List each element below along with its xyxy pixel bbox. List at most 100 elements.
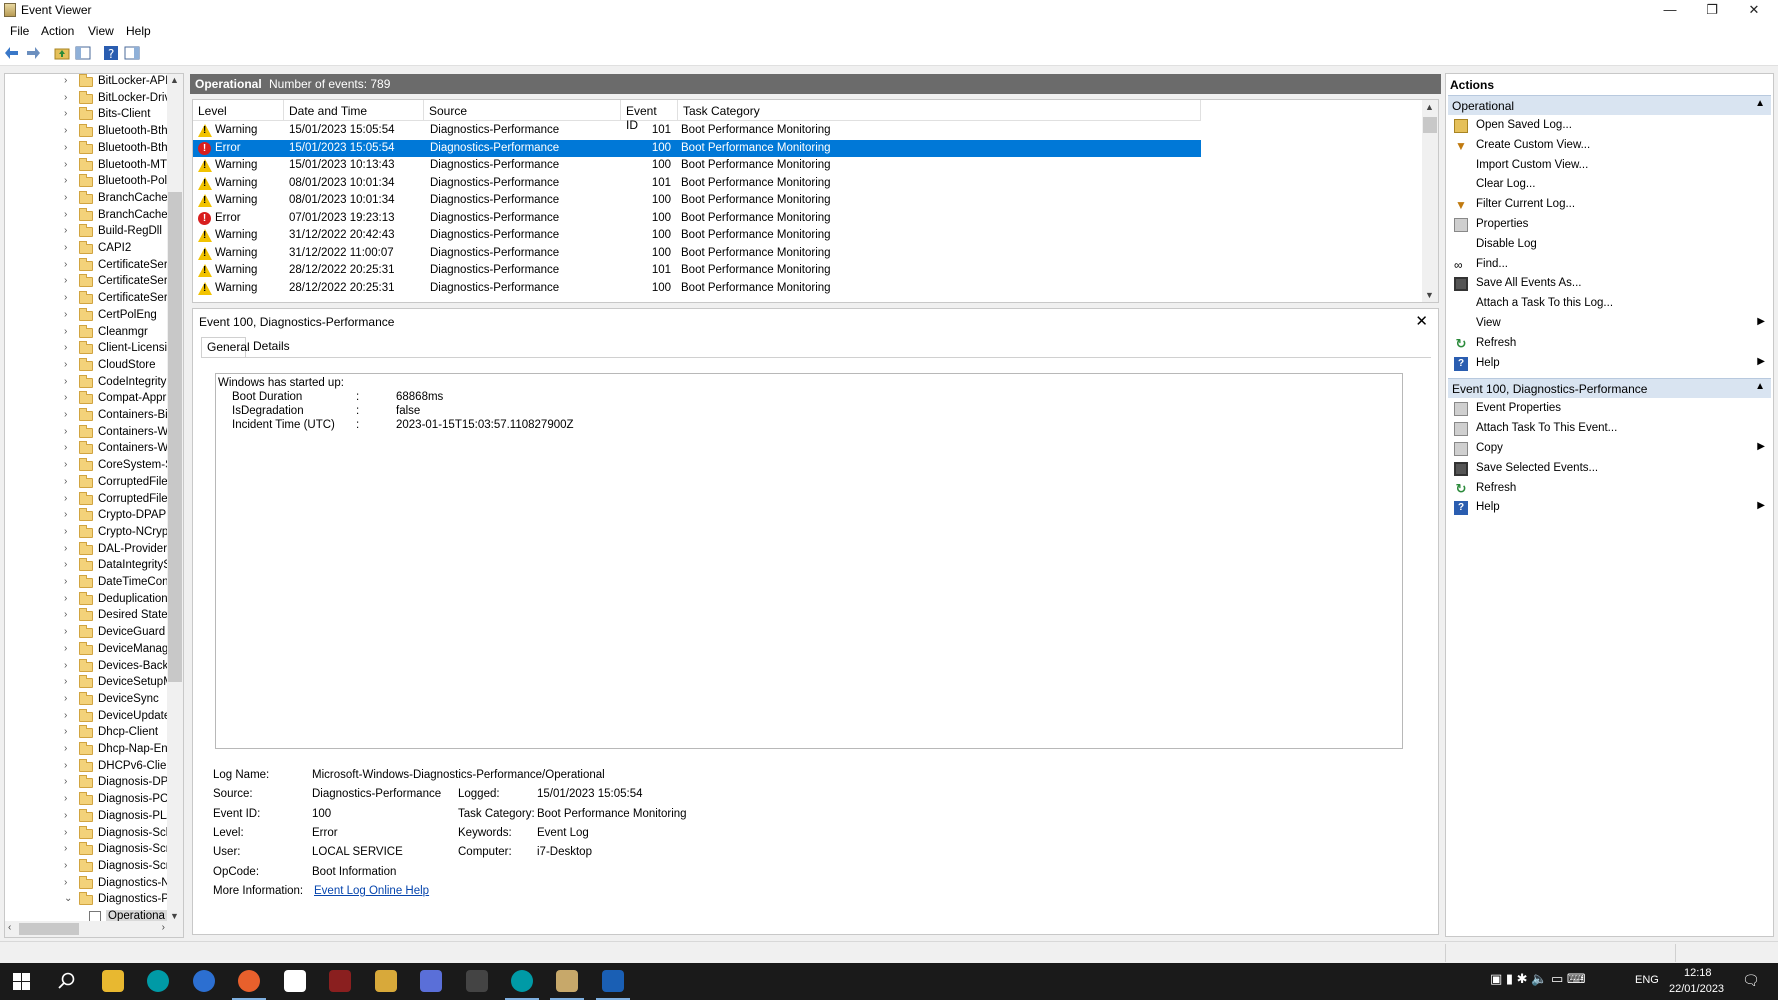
tree-item[interactable]: › Deduplication bbox=[5, 591, 170, 609]
column-event-id[interactable]: Event ID bbox=[621, 100, 678, 132]
action-item[interactable]: View ▶ bbox=[1448, 314, 1771, 334]
menu-action[interactable]: Action bbox=[41, 24, 74, 38]
chevron-down-icon[interactable]: ⌄ bbox=[64, 893, 74, 904]
tree-item[interactable]: › DataIntegritySc bbox=[5, 558, 177, 575]
tree-item[interactable]: ⌄ Diagnostics-Pe bbox=[5, 892, 175, 909]
search-icon[interactable] bbox=[58, 972, 76, 990]
tab-details[interactable]: Details bbox=[248, 337, 298, 357]
action-item[interactable]: Disable Log bbox=[1448, 235, 1771, 255]
chevron-right-icon[interactable]: › bbox=[64, 476, 74, 487]
tree-item[interactable]: › CertificateServ bbox=[5, 291, 173, 308]
tree-item[interactable]: › CloudStore bbox=[5, 357, 170, 375]
show-hide-tree-icon[interactable] bbox=[75, 45, 91, 61]
action-item[interactable]: Clear Log... bbox=[1448, 175, 1771, 195]
tree-item[interactable]: › CertificateServ bbox=[5, 257, 173, 275]
app-blue-icon[interactable] bbox=[420, 970, 442, 992]
forward-arrow-icon[interactable] bbox=[25, 45, 41, 61]
collapse-arrow-icon[interactable]: ▲ bbox=[1755, 98, 1765, 109]
event-row[interactable]: Warning 08/01/2023 10:01:34 Diagnostics-Pe… bbox=[193, 192, 1201, 210]
chevron-right-icon[interactable]: › bbox=[64, 860, 74, 871]
chevron-right-icon[interactable]: › bbox=[64, 225, 74, 236]
app-gold-icon[interactable] bbox=[375, 970, 397, 992]
tree-item[interactable]: › BranchCacheS bbox=[5, 207, 175, 225]
chevron-right-icon[interactable]: › bbox=[64, 743, 74, 754]
chevron-right-icon[interactable]: › bbox=[64, 392, 74, 403]
windows-start-icon[interactable] bbox=[13, 973, 30, 990]
event-row[interactable]: Warning 31/12/2022 20:42:43 Diagnostics-Pe… bbox=[193, 227, 1201, 245]
event-row[interactable]: Warning 31/12/2022 11:00:07 Diagnostics-Pe… bbox=[193, 245, 1201, 263]
tree-item[interactable]: › Bluetooth-Bth bbox=[5, 124, 170, 141]
column-level[interactable]: Level bbox=[193, 100, 284, 121]
tree-item[interactable]: › Devices-Backg bbox=[5, 658, 175, 676]
chevron-right-icon[interactable]: › bbox=[64, 275, 74, 286]
tree-item[interactable]: › Diagnosis-Sch bbox=[5, 825, 172, 843]
tree-item[interactable]: › Containers-Bir bbox=[5, 408, 172, 425]
chevron-right-icon[interactable]: › bbox=[64, 493, 74, 504]
chevron-right-icon[interactable]: › bbox=[64, 810, 74, 821]
chevron-right-icon[interactable]: › bbox=[64, 326, 74, 337]
tree-item[interactable]: › Desired State C bbox=[5, 608, 179, 625]
chevron-right-icon[interactable]: › bbox=[64, 693, 74, 704]
chevron-right-icon[interactable]: › bbox=[64, 576, 74, 587]
arduino-2-icon[interactable] bbox=[511, 970, 533, 992]
action-item[interactable]: ? Help ▶ bbox=[1448, 498, 1771, 518]
tree-item[interactable]: › BitLocker-Driv bbox=[5, 90, 170, 108]
tree-item[interactable]: › Build-RegDll bbox=[5, 224, 170, 241]
event-viewer-taskbar-icon[interactable] bbox=[556, 970, 578, 992]
actions-section-operational[interactable]: Operational ▲ bbox=[1448, 95, 1771, 115]
app-transfer-icon[interactable] bbox=[466, 970, 488, 992]
chevron-right-icon[interactable]: › bbox=[64, 359, 74, 370]
tree-item[interactable]: › CodeIntegrity bbox=[5, 374, 170, 392]
navigation-tree[interactable]: › BitLocker-API › BitLocker-Driv › Bits-Clien… bbox=[4, 73, 184, 938]
tree-item[interactable]: › Bluetooth-Bth bbox=[5, 140, 170, 158]
chevron-right-icon[interactable]: › bbox=[64, 776, 74, 787]
chevron-right-icon[interactable]: › bbox=[64, 426, 74, 437]
chevron-right-icon[interactable]: › bbox=[64, 543, 74, 554]
action-item[interactable]: Attach Task To This Event... bbox=[1448, 419, 1771, 439]
tree-item[interactable]: › Diagnosis-Scri bbox=[5, 858, 172, 876]
menu-view[interactable]: View bbox=[88, 24, 114, 38]
column-source[interactable]: Source bbox=[424, 100, 621, 121]
tree-item[interactable]: › Diagnosis-DPS bbox=[5, 775, 176, 792]
chevron-right-icon[interactable]: › bbox=[64, 142, 74, 153]
tree-horizontal-scrollbar[interactable]: ‹ › bbox=[5, 921, 183, 937]
chevron-right-icon[interactable]: › bbox=[64, 409, 74, 420]
tree-item[interactable]: › CorruptedFileF bbox=[5, 474, 175, 492]
tree-item[interactable]: › CertPolEng bbox=[5, 307, 170, 325]
tree-item[interactable]: › CAPI2 bbox=[5, 241, 170, 258]
action-item[interactable]: ? Help ▶ bbox=[1448, 354, 1771, 374]
clock-time[interactable]: 12:18 bbox=[1684, 967, 1712, 979]
chevron-right-icon[interactable]: › bbox=[64, 309, 74, 320]
event-row[interactable]: Warning 15/01/2023 10:13:43 Diagnostics-Pe… bbox=[193, 157, 1201, 175]
action-item[interactable]: Copy ▶ bbox=[1448, 439, 1771, 459]
tree-item[interactable]: › BranchCache bbox=[5, 190, 170, 208]
event-log-online-help-link[interactable]: Event Log Online Help bbox=[314, 885, 429, 897]
tree-item[interactable]: › Containers-Wc bbox=[5, 441, 174, 458]
chevron-right-icon[interactable]: › bbox=[64, 643, 74, 654]
tray-icons[interactable]: ▣ ▮ ✱ 🔈 ▭ ⌨ bbox=[1490, 971, 1586, 987]
chevron-right-icon[interactable]: › bbox=[64, 442, 74, 453]
app-cube-icon[interactable] bbox=[284, 970, 306, 992]
action-item[interactable]: Save All Events As... bbox=[1448, 274, 1771, 294]
tree-item[interactable]: › Bluetooth-Poli bbox=[5, 174, 170, 191]
action-item[interactable]: Save Selected Events... bbox=[1448, 459, 1771, 479]
show-hide-actions-icon[interactable] bbox=[124, 45, 140, 61]
tree-item[interactable]: › Crypto-NCryp bbox=[5, 524, 170, 542]
maximize-button[interactable]: ❐ bbox=[1691, 0, 1733, 21]
firefox-icon[interactable] bbox=[238, 970, 260, 992]
help-icon[interactable]: ? bbox=[103, 45, 119, 61]
tree-item[interactable]: › DeviceManage bbox=[5, 641, 175, 659]
detail-close-icon[interactable]: ✕ bbox=[1415, 312, 1428, 330]
chevron-right-icon[interactable]: › bbox=[64, 509, 74, 520]
chevron-right-icon[interactable]: › bbox=[64, 192, 74, 203]
scroll-up-arrow-icon[interactable]: ▲ bbox=[1425, 102, 1434, 112]
chevron-right-icon[interactable]: › bbox=[64, 125, 74, 136]
tree-item[interactable]: › Compat-Appr bbox=[5, 391, 170, 408]
file-explorer-icon[interactable] bbox=[102, 970, 124, 992]
event-row[interactable]: Warning 28/12/2022 20:25:31 Diagnostics-Pe… bbox=[193, 280, 1201, 298]
close-button[interactable]: ✕ bbox=[1733, 0, 1775, 21]
menu-file[interactable]: File bbox=[10, 24, 29, 38]
scroll-right-arrow-icon[interactable]: › bbox=[162, 922, 165, 933]
tree-item[interactable]: › Dhcp-Nap-Enf bbox=[5, 742, 171, 759]
tree-item[interactable]: › CoreSystem-Sr bbox=[5, 458, 177, 475]
